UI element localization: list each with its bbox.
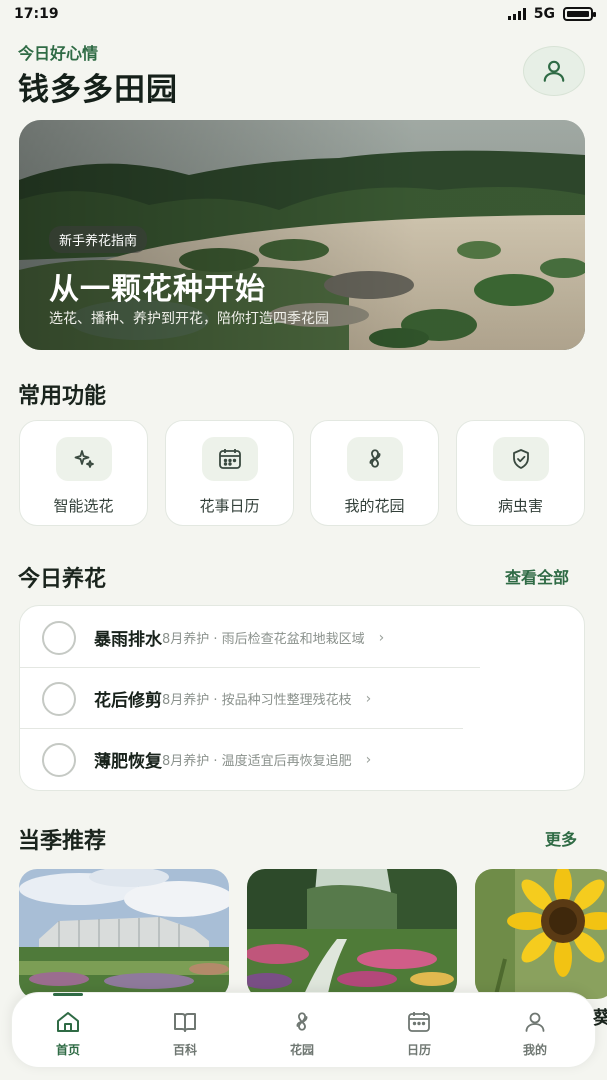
task-checkbox[interactable] (42, 620, 76, 655)
func-icon-bg (346, 437, 403, 481)
function-label: 智能选花 (53, 497, 114, 515)
book-icon (174, 1013, 196, 1032)
task-name: 暴雨排水 (94, 630, 162, 650)
recommendation-card[interactable] (247, 869, 457, 999)
home-icon (57, 1012, 79, 1032)
tab-home[interactable]: 首页 (28, 993, 108, 1069)
functions-title: 常用功能 (18, 384, 107, 409)
tab-label: 花园 (289, 1043, 314, 1057)
func-icon-bg (492, 437, 549, 481)
task-list: 暴雨排水 8月养护 · 雨后检查花盆和地栽区域 › 花后修剪 8月养护 · 按品… (19, 605, 585, 791)
function-pests[interactable]: 病虫害 (456, 420, 585, 526)
task-name: 花后修剪 (94, 691, 162, 711)
tab-profile[interactable]: 我的 (495, 993, 575, 1069)
task-checkbox[interactable] (42, 742, 76, 777)
user-icon (525, 1012, 545, 1032)
sunflower-image (475, 869, 607, 999)
tab-calendar[interactable]: 日历 (379, 993, 459, 1069)
view-all-link[interactable]: 查看全部 (505, 564, 569, 588)
signal-icon (507, 8, 526, 20)
task-meta: 8月养护 · 温度适宜后再恢复追肥 (162, 754, 352, 769)
shield-icon (512, 449, 529, 469)
user-icon (543, 60, 565, 82)
chevron-right-icon: › (378, 629, 385, 646)
bottom-tab-bar: 首页 百科 花园 日历 我的 (11, 992, 596, 1068)
card-title-peek: 葵 (593, 1008, 607, 1029)
function-label: 花事日历 (199, 497, 260, 515)
hero-banner[interactable]: 新手养花指南 从一颗花种开始 选花、播种、养护到开花，陪你打造四季花园 (19, 120, 585, 350)
task-name: 薄肥恢复 (94, 752, 162, 772)
profile-button[interactable] (523, 46, 585, 96)
flower-garden-image (247, 869, 457, 999)
calendar-icon (408, 1012, 430, 1032)
recommendation-card[interactable] (475, 869, 607, 999)
task-meta: 8月养护 · 按品种习性整理残花枝 (162, 693, 352, 708)
flower-icon (369, 449, 380, 468)
status-indicators: 5G (507, 6, 596, 22)
hero-tag: 新手养花指南 (49, 226, 148, 253)
tab-garden[interactable]: 花园 (262, 993, 342, 1069)
greeting-text: 今日好心情 (18, 44, 99, 63)
hero-title: 从一颗花种开始 (49, 272, 266, 307)
page-title: 钱多多田园 (18, 72, 178, 108)
task-checkbox[interactable] (42, 681, 76, 716)
status-time: 17:19 (14, 6, 59, 22)
flower-icon (296, 1012, 308, 1031)
tab-label: 百科 (172, 1043, 197, 1057)
chevron-right-icon: › (365, 690, 372, 707)
function-smart-pick[interactable]: 智能选花 (19, 420, 148, 526)
battery-icon (563, 7, 596, 21)
active-tab-indicator (53, 993, 83, 996)
hero-subtitle: 选花、播种、养护到开花，陪你打造四季花园 (49, 311, 329, 327)
function-calendar[interactable]: 花事日历 (165, 420, 294, 526)
recommendation-card[interactable] (19, 869, 229, 999)
more-link[interactable]: 更多 (545, 826, 577, 850)
tab-encyclopedia[interactable]: 百科 (145, 993, 225, 1069)
func-icon-bg (201, 437, 258, 481)
function-label: 我的花园 (344, 497, 405, 515)
sparkle-icon (74, 450, 94, 468)
task-row[interactable]: 暴雨排水 8月养护 · 雨后检查花盆和地栽区域 › (20, 607, 384, 668)
status-bar: 17:19 5G (0, 0, 607, 28)
today-title: 今日养花 (18, 567, 107, 592)
calendar-icon (218, 449, 241, 469)
function-my-garden[interactable]: 我的花园 (310, 420, 439, 526)
tab-label: 首页 (55, 1043, 80, 1057)
function-label: 病虫害 (497, 497, 543, 515)
func-icon-bg (55, 437, 112, 481)
network-label: 5G (533, 6, 555, 22)
tab-label: 日历 (406, 1043, 431, 1057)
chevron-right-icon: › (365, 751, 372, 768)
task-meta: 8月养护 · 雨后检查花盆和地栽区域 (162, 632, 365, 647)
tab-label: 我的 (522, 1043, 547, 1057)
greenhouse-image (19, 869, 229, 999)
task-row[interactable]: 花后修剪 8月养护 · 按品种习性整理残花枝 › (20, 668, 371, 729)
seasonal-title: 当季推荐 (18, 829, 107, 854)
task-row[interactable]: 薄肥恢复 8月养护 · 温度适宜后再恢复追肥 › (20, 729, 371, 790)
